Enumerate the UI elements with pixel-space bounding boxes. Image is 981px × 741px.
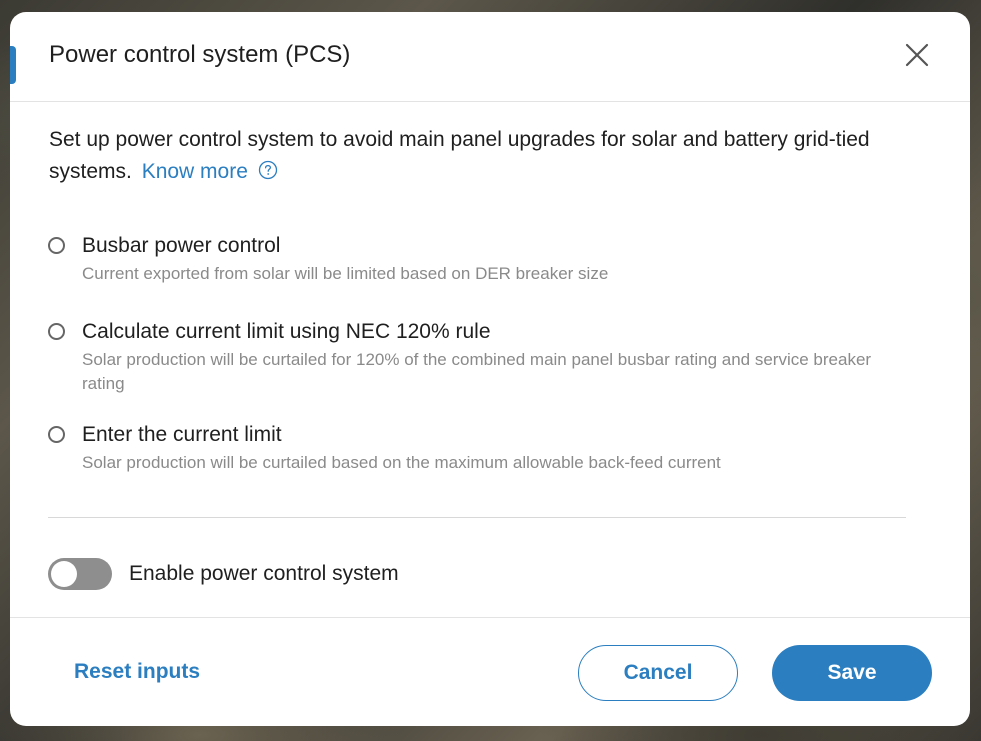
dialog-title: Power control system (PCS) — [49, 41, 351, 68]
option-nec-120-rule[interactable]: Calculate current limit using NEC 120% r… — [48, 318, 908, 421]
option-label: Calculate current limit using NEC 120% r… — [82, 320, 491, 343]
option-description: Solar production will be curtailed based… — [82, 453, 721, 472]
enable-pcs-row: Enable power control system — [48, 558, 399, 590]
enable-pcs-label: Enable power control system — [129, 562, 399, 585]
toggle-knob — [51, 561, 77, 587]
radio-nec-120-rule[interactable] — [48, 323, 65, 340]
section-divider — [48, 517, 906, 518]
radio-busbar-power-control[interactable] — [48, 237, 65, 254]
dialog-header: Power control system (PCS) — [10, 12, 970, 102]
option-description: Current exported from solar will be limi… — [82, 264, 609, 283]
option-label: Enter the current limit — [82, 423, 282, 446]
pcs-options: Busbar power control Current exported fr… — [48, 232, 908, 475]
save-button[interactable]: Save — [772, 645, 932, 701]
option-enter-current-limit[interactable]: Enter the current limit Solar production… — [48, 421, 908, 475]
close-icon — [905, 43, 929, 67]
option-label: Busbar power control — [82, 234, 281, 257]
question-circle-icon[interactable] — [258, 158, 278, 180]
header-accent-bar — [10, 46, 16, 84]
radio-enter-current-limit[interactable] — [48, 426, 65, 443]
know-more-link[interactable]: Know more — [142, 160, 248, 183]
intro-paragraph: Set up power control system to avoid mai… — [49, 124, 909, 188]
option-busbar-power-control[interactable]: Busbar power control Current exported fr… — [48, 232, 908, 318]
enable-pcs-toggle[interactable] — [48, 558, 112, 590]
close-button[interactable] — [904, 42, 930, 68]
dialog-footer: Reset inputs Cancel Save — [10, 617, 970, 726]
cancel-button[interactable]: Cancel — [578, 645, 738, 701]
pcs-dialog: Power control system (PCS) Set up power … — [10, 12, 970, 726]
reset-inputs-link[interactable]: Reset inputs — [74, 660, 200, 684]
option-description: Solar production will be curtailed for 1… — [82, 350, 872, 393]
